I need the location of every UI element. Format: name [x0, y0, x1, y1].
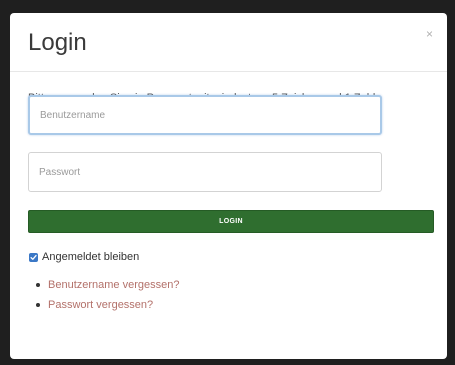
login-button[interactable]: LOGIN	[28, 210, 434, 233]
bullet-icon	[36, 283, 40, 287]
username-input[interactable]	[28, 95, 382, 135]
list-item: Passwort vergessen?	[36, 295, 179, 315]
header-divider	[10, 71, 447, 72]
forgot-password-link[interactable]: Passwort vergessen?	[48, 295, 153, 315]
password-input[interactable]	[28, 152, 382, 192]
forgot-username-link[interactable]: Benutzername vergessen?	[48, 275, 179, 295]
remember-checkbox[interactable]	[29, 252, 38, 262]
help-links: Benutzername vergessen? Passwort vergess…	[36, 275, 179, 315]
modal-title: Login	[28, 29, 87, 56]
login-modal: Login × Bitte verwenden Sie ein Passwort…	[10, 13, 447, 359]
close-icon[interactable]: ×	[426, 28, 433, 40]
checkmark-icon	[30, 254, 37, 260]
remember-me[interactable]: Angemeldet bleiben	[29, 251, 139, 263]
remember-label: Angemeldet bleiben	[42, 251, 140, 263]
bullet-icon	[36, 303, 40, 307]
list-item: Benutzername vergessen?	[36, 275, 179, 295]
